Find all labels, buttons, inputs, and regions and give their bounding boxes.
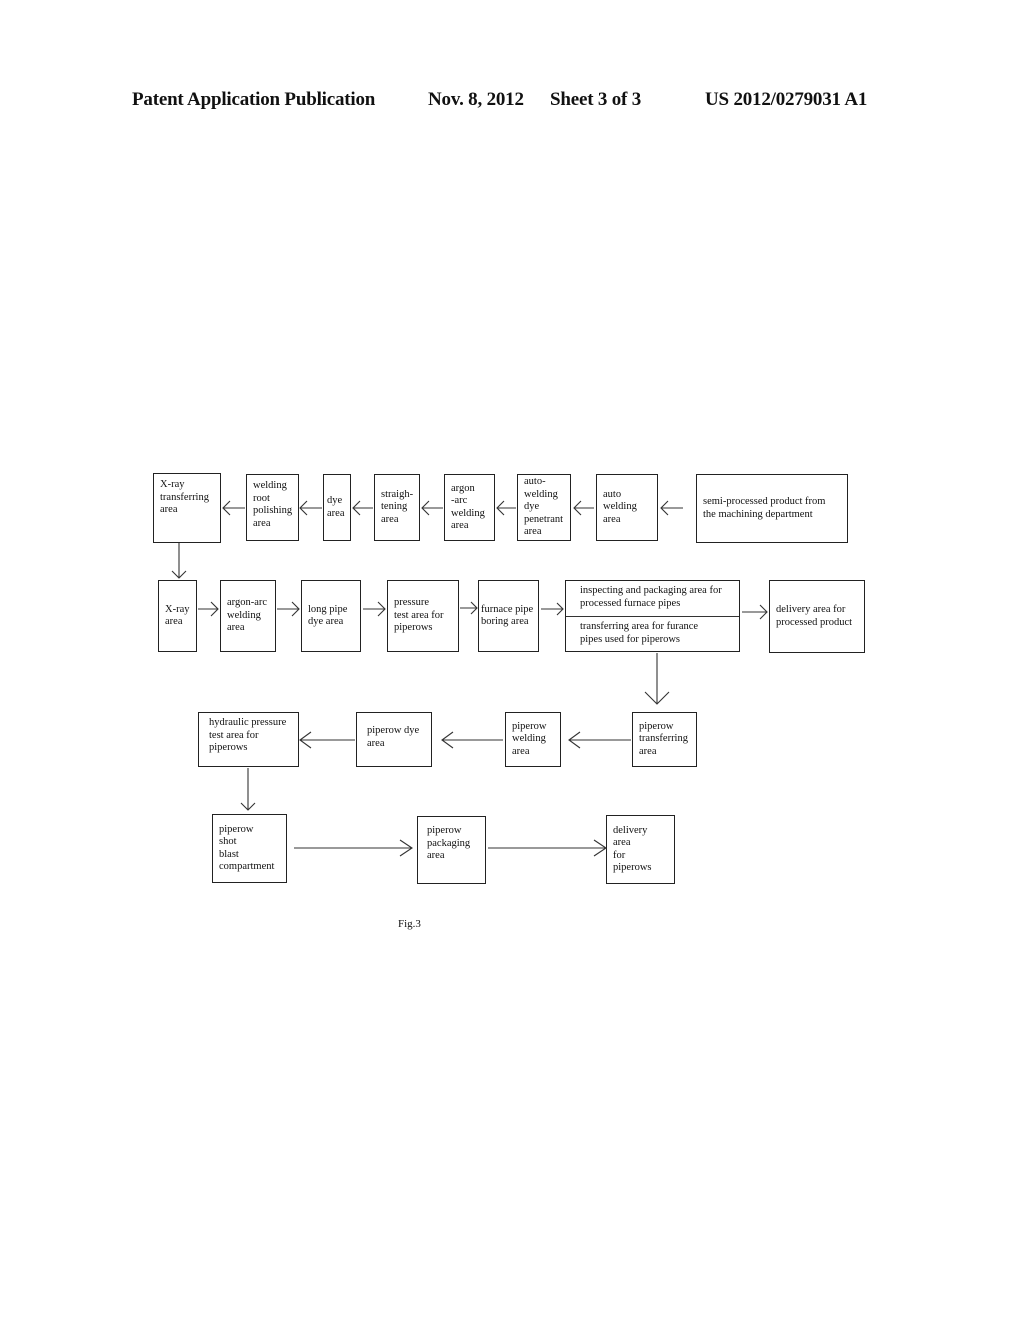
box-straightening: straigh- tening area (374, 474, 420, 541)
arrow-semi-to-auto-welding (660, 500, 683, 516)
arrow-dye-to-polishing (299, 500, 322, 516)
box-label: dye area (327, 495, 345, 519)
box-piperow-packaging: piperow packaging area (417, 816, 486, 884)
box-label: semi-processed product from the machinin… (703, 496, 826, 520)
box-delivery-processed: delivery area for processed product (769, 580, 865, 653)
box-semi-processed: semi-processed product from the machinin… (696, 474, 848, 543)
figure-label: Fig.3 (398, 918, 421, 930)
box-label: piperow packaging area (427, 825, 471, 861)
box-dye: dye area (323, 474, 351, 541)
arrow-inspecting-to-delivery (742, 604, 768, 620)
box-label: pressure test area for piperows (394, 597, 444, 634)
box-label: long pipe dye area (308, 603, 348, 628)
box-label: piperow shot blast compartment (219, 823, 275, 873)
box-label: X-ray transferring area (160, 479, 209, 515)
arrow-auto-welding-to-dye-penetrant (573, 500, 594, 516)
arrow-welding-to-piperow-dye (441, 731, 503, 749)
box-inspecting-transferring: inspecting and packaging area for proces… (565, 580, 740, 652)
arrow-boring-to-inspecting (541, 602, 564, 616)
arrow-dye-penetrant-to-argon (496, 500, 516, 516)
arrow-polishing-to-xray-transferring (222, 500, 245, 516)
box-pressure-test: pressure test area for piperows (387, 580, 459, 652)
arrow-xray-to-argon-arc (198, 601, 219, 617)
arrow-transferring-to-piperow-transferring (644, 653, 670, 705)
arrow-straightening-to-dye (352, 500, 373, 516)
box-label: piperow welding area (512, 720, 547, 757)
box-argon-arc-welding-1: argon -arc welding area (444, 474, 495, 541)
box-transferring-furnace: transferring area for furance pipes used… (580, 621, 699, 645)
box-xray-transferring: X-ray transferring area (153, 473, 221, 543)
box-label: delivery area for piperows (613, 824, 652, 874)
arrow-pressure-test-to-boring (460, 601, 478, 615)
box-hydraulic-pressure-test: hydraulic pressure test area for piperow… (198, 712, 299, 767)
box-piperow-transferring: piperow transferring area (632, 712, 697, 767)
box-label: welding root polishing area (253, 480, 293, 529)
box-label: furnace pipe boring area (481, 603, 534, 628)
arrow-piperow-dye-to-hydraulic (299, 731, 355, 749)
arrow-shot-blast-to-packaging (294, 839, 413, 857)
arrow-argon-arc-to-long-pipe-dye (277, 601, 300, 617)
box-label: auto- welding dye penetrant area (524, 476, 564, 537)
sheet-number: Sheet 3 of 3 (550, 89, 642, 110)
box-long-pipe-dye: long pipe dye area (301, 580, 361, 652)
arrow-hydraulic-to-shot-blast (240, 768, 256, 811)
box-label: hydraulic pressure test area for piperow… (209, 717, 287, 753)
arrow-packaging-to-delivery (488, 839, 607, 857)
publication-date: Nov. 8, 2012 (428, 89, 524, 110)
arrow-xray-transferring-to-xray (171, 543, 187, 579)
box-argon-arc-welding-2: argon-arc welding area (220, 580, 276, 652)
arrow-argon-to-straightening (421, 500, 443, 516)
box-label: auto welding area (603, 488, 637, 525)
box-piperow-shot-blast: piperow shot blast compartment (212, 814, 287, 883)
box-label: X-ray area (165, 603, 190, 628)
flow-arrows (171, 500, 768, 857)
arrow-long-pipe-dye-to-pressure-test (363, 601, 386, 617)
box-label: straigh- tening area (381, 488, 414, 525)
box-auto-welding-dye-penetrant: auto- welding dye penetrant area (517, 474, 571, 541)
box-piperow-welding: piperow welding area (505, 712, 561, 767)
patent-number: US 2012/0279031 A1 (705, 89, 868, 110)
box-piperow-dye: piperow dye area (356, 712, 432, 767)
box-auto-welding: auto welding area (596, 474, 658, 541)
box-label: argon -arc welding area (451, 482, 485, 532)
box-delivery-piperows: delivery area for piperows (606, 815, 675, 884)
box-label: piperow transferring area (639, 720, 688, 757)
box-inspecting-packaging: inspecting and packaging area for proces… (566, 581, 739, 617)
arrow-piperow-transferring-to-welding (568, 731, 631, 749)
publication-title: Patent Application Publication (132, 89, 376, 110)
box-welding-root-polishing: welding root polishing area (246, 474, 299, 541)
box-label: delivery area for processed product (776, 604, 853, 628)
box-xray: X-ray area (158, 580, 197, 652)
box-furnace-pipe-boring: furnace pipe boring area (478, 580, 539, 652)
box-label: piperow dye area (367, 725, 420, 749)
box-label: argon-arc welding area (227, 597, 268, 634)
